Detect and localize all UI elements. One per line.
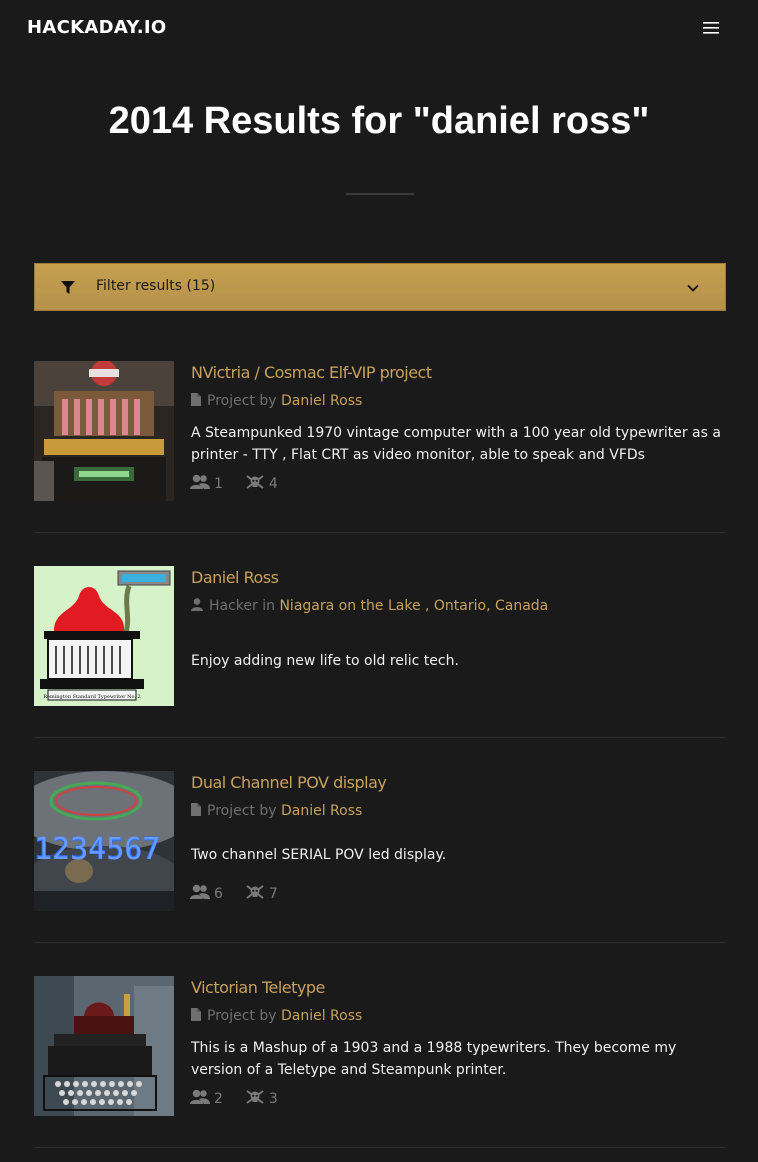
people-icon <box>190 474 214 494</box>
result-title-link[interactable]: Dual Channel POV display <box>191 773 387 792</box>
skull-crossbones-icon <box>245 474 269 494</box>
result-item: 1234567 1234567 Dual Channel POV display… <box>34 771 726 943</box>
skulls-count: 3 <box>268 1091 278 1107</box>
document-icon <box>191 1008 201 1025</box>
members-stat: 1 <box>190 474 223 494</box>
result-item: Victorian Teletype Project by Daniel Ros… <box>34 976 726 1148</box>
people-icon <box>190 1089 214 1109</box>
skulls-stat: 3 <box>245 1089 278 1109</box>
author-link[interactable]: Daniel Ross <box>281 1008 362 1024</box>
result-title-link[interactable]: Victorian Teletype <box>191 978 325 997</box>
location-link[interactable]: Niagara on the Lake , Ontario, Canada <box>279 598 548 614</box>
members-stat: 2 <box>190 1089 223 1109</box>
result-stats: 2 3 <box>190 1089 300 1109</box>
result-meta: Project by Daniel Ross <box>191 803 362 820</box>
document-icon <box>191 803 201 820</box>
author-link[interactable]: Daniel Ross <box>281 803 362 819</box>
result-description: Enjoy adding new life to old relic tech. <box>191 653 459 669</box>
skulls-count: 4 <box>268 476 278 492</box>
skulls-stat: 4 <box>245 474 278 494</box>
hacker-avatar[interactable]: Remington Standard Typewriter No. 2 <box>34 566 174 706</box>
author-link[interactable]: Daniel Ross <box>281 393 362 409</box>
funnel-icon <box>60 280 76 301</box>
site-logo[interactable]: HACKADAY.IO <box>27 17 166 38</box>
result-item: Remington Standard Typewriter No. 2 Dani… <box>34 566 726 738</box>
result-kind: Project by <box>207 1008 277 1024</box>
result-stats: 6 7 <box>190 884 300 904</box>
title-divider <box>346 193 414 195</box>
skull-crossbones-icon <box>245 1089 269 1109</box>
page-title: 2014 Results for "daniel ross" <box>108 100 650 142</box>
result-description: Two channel SERIAL POV led display. <box>191 847 447 863</box>
result-meta: Project by Daniel Ross <box>191 393 362 410</box>
hamburger-menu-icon[interactable] <box>698 18 724 38</box>
members-stat: 6 <box>190 884 223 904</box>
result-item: NVictria / Cosmac Elf-VIP project Projec… <box>34 361 726 533</box>
chevron-down-icon <box>686 281 700 299</box>
result-kind: Project by <box>207 393 277 409</box>
document-icon <box>191 393 201 410</box>
result-title-link[interactable]: Daniel Ross <box>191 568 279 587</box>
result-description: A Steampunked 1970 vintage computer with… <box>191 425 721 463</box>
project-thumbnail[interactable] <box>34 361 174 501</box>
people-icon <box>190 884 214 904</box>
person-icon <box>191 598 203 615</box>
members-count: 2 <box>214 1091 223 1107</box>
svg-text:Remington Standard Typewriter: Remington Standard Typewriter No. 2 <box>43 694 141 700</box>
result-meta: Project by Daniel Ross <box>191 1008 362 1025</box>
skull-crossbones-icon <box>245 884 269 904</box>
project-thumbnail[interactable] <box>34 976 174 1116</box>
members-count: 6 <box>214 886 223 902</box>
result-meta: Hacker in Niagara on the Lake , Ontario,… <box>191 598 548 615</box>
members-count: 1 <box>214 476 223 492</box>
result-kind: Project by <box>207 803 277 819</box>
skulls-stat: 7 <box>245 884 278 904</box>
filter-results-button[interactable]: Filter results (15) <box>34 263 726 311</box>
result-stats: 1 4 <box>190 474 300 494</box>
skulls-count: 7 <box>268 886 278 902</box>
svg-text:1234567: 1234567 <box>34 832 160 867</box>
result-title-link[interactable]: NVictria / Cosmac Elf-VIP project <box>191 363 432 382</box>
project-thumbnail[interactable]: 1234567 1234567 <box>34 771 174 911</box>
result-kind: Hacker in <box>209 598 275 614</box>
result-description: This is a Mashup of a 1903 and a 1988 ty… <box>191 1040 677 1078</box>
top-navbar: HACKADAY.IO <box>0 0 758 56</box>
filter-label: Filter results (15) <box>96 278 216 294</box>
